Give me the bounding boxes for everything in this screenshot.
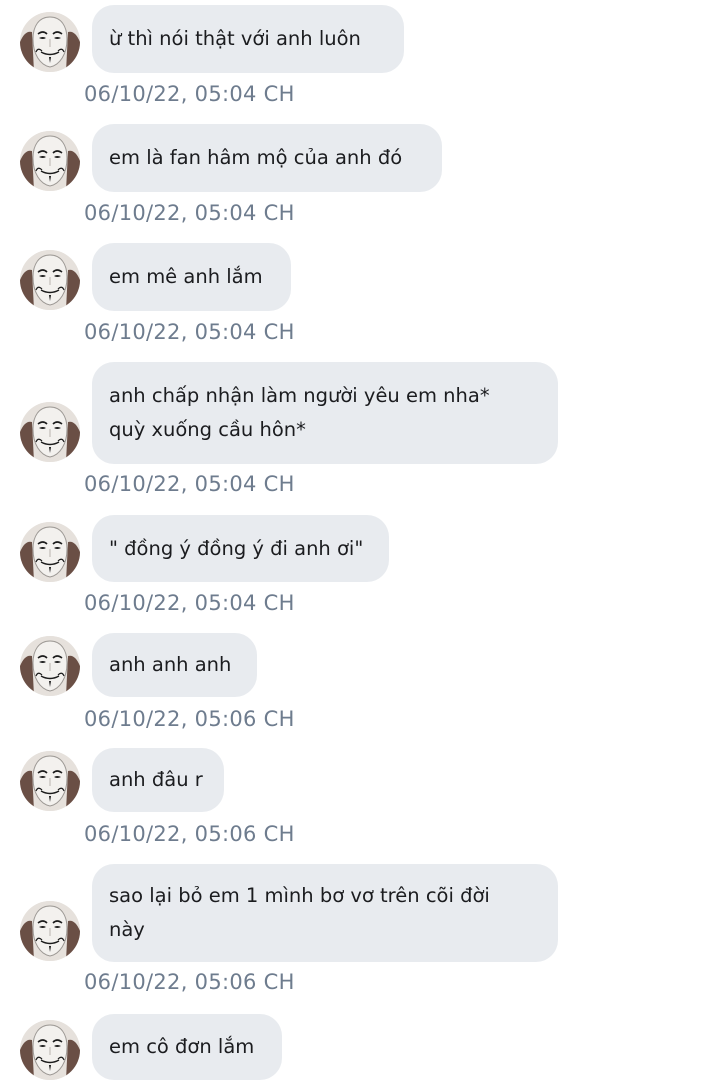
message-timestamp: 06/10/22, 05:06 CH (84, 822, 295, 846)
message-text: em mê anh lắm (109, 265, 263, 288)
sender-avatar[interactable] (20, 522, 80, 582)
guy-fawkes-mask-icon (20, 751, 80, 811)
message-bubble[interactable]: sao lại bỏ em 1 mình bơ vơ trên cõi đời … (92, 864, 558, 962)
message-bubble[interactable]: em cô đơn lắm (92, 1014, 282, 1080)
message-timestamp: 06/10/22, 05:04 CH (84, 320, 295, 344)
message-timestamp: 06/10/22, 05:06 CH (84, 970, 295, 994)
message-timestamp: 06/10/22, 05:04 CH (84, 201, 295, 225)
chat-thread: ừ thì nói thật với anh luôn 06/10/22, 05… (0, 0, 720, 1088)
message-text: anh đâu r (109, 768, 203, 791)
guy-fawkes-mask-icon (20, 250, 80, 310)
sender-avatar[interactable] (20, 1020, 80, 1080)
message-bubble[interactable]: em mê anh lắm (92, 243, 291, 311)
message-timestamp: 06/10/22, 05:04 CH (84, 472, 295, 496)
message-timestamp: 06/10/22, 05:04 CH (84, 591, 295, 615)
guy-fawkes-mask-icon (20, 636, 80, 696)
message-text: sao lại bỏ em 1 mình bơ vơ trên cõi đời … (109, 884, 490, 941)
message-text: anh chấp nhận làm người yêu em nha* quỳ … (109, 384, 490, 441)
guy-fawkes-mask-icon (20, 12, 80, 72)
message-bubble[interactable]: ừ thì nói thật với anh luôn (92, 5, 404, 73)
guy-fawkes-mask-icon (20, 131, 80, 191)
sender-avatar[interactable] (20, 402, 80, 462)
message-bubble[interactable]: " đồng ý đồng ý đi anh ơi" (92, 515, 389, 582)
message-text: em là fan hâm mộ của anh đó (109, 146, 403, 169)
sender-avatar[interactable] (20, 12, 80, 72)
message-bubble[interactable]: anh anh anh (92, 633, 257, 697)
message-text: em cô đơn lắm (109, 1035, 255, 1058)
message-text: anh anh anh (109, 653, 232, 676)
message-timestamp: 06/10/22, 05:04 CH (84, 82, 295, 106)
sender-avatar[interactable] (20, 901, 80, 961)
sender-avatar[interactable] (20, 636, 80, 696)
guy-fawkes-mask-icon (20, 402, 80, 462)
message-timestamp: 06/10/22, 05:06 CH (84, 707, 295, 731)
guy-fawkes-mask-icon (20, 522, 80, 582)
message-text: ừ thì nói thật với anh luôn (109, 27, 361, 50)
sender-avatar[interactable] (20, 131, 80, 191)
guy-fawkes-mask-icon (20, 1020, 80, 1080)
message-text: " đồng ý đồng ý đi anh ơi" (109, 536, 364, 560)
message-bubble[interactable]: anh đâu r (92, 748, 224, 812)
sender-avatar[interactable] (20, 250, 80, 310)
guy-fawkes-mask-icon (20, 901, 80, 961)
message-bubble[interactable]: anh chấp nhận làm người yêu em nha* quỳ … (92, 362, 558, 464)
message-bubble[interactable]: em là fan hâm mộ của anh đó (92, 124, 442, 192)
sender-avatar[interactable] (20, 751, 80, 811)
